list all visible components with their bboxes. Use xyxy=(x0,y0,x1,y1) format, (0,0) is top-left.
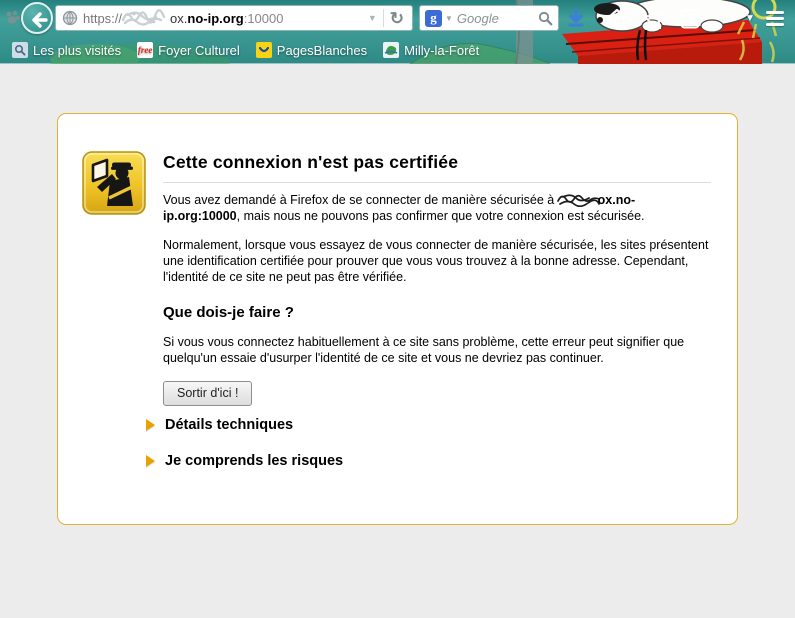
bookmark-label: Les plus visités xyxy=(33,42,122,58)
url-port: :10000 xyxy=(243,10,284,26)
menu-hamburger-button[interactable] xyxy=(762,6,788,30)
url-scheme: https:// xyxy=(83,10,123,26)
bookmark-most-visited[interactable]: Les plus visités xyxy=(6,40,127,60)
expander-technical-details[interactable]: Détails techniques xyxy=(146,417,293,433)
url-domain: no-ip.org xyxy=(187,10,244,26)
page-viewport: Cette connexion n'est pas certifiée Vous… xyxy=(0,65,795,618)
search-input[interactable]: Google xyxy=(457,11,538,26)
search-engine-dropdown-icon[interactable]: ▼ xyxy=(445,14,453,23)
bookmark-pagesblanches[interactable]: PagesBlanches xyxy=(250,40,373,60)
bookmarks-menu-button[interactable] xyxy=(677,6,703,30)
most-visited-folder-icon xyxy=(12,42,28,58)
pagesblanches-smile-favicon xyxy=(255,42,272,58)
google-engine-icon[interactable]: g xyxy=(425,9,442,27)
url-history-dropdown-icon[interactable]: ▼ xyxy=(364,13,381,23)
navigation-toolbar: https:// ox. no-ip.org:10000 ▼ ↻ g ▼ Googl… xyxy=(0,0,795,37)
expander-arrow-icon xyxy=(146,455,155,467)
url-host-tail: ox. xyxy=(170,10,188,26)
star-icon xyxy=(643,7,665,29)
bookmark-label: PagesBlanches xyxy=(276,42,368,58)
download-arrow-icon xyxy=(568,8,584,26)
bookmark-label: Foyer Culturel xyxy=(158,42,240,58)
intro-paragraph: Vous avez demandé à Firefox de se connec… xyxy=(163,193,645,223)
milly-map-favicon xyxy=(383,42,400,58)
bookmarks-toolbar: Les plus visités free Foyer Culturel Pag… xyxy=(0,37,795,63)
expander-label: Je comprends les risques xyxy=(165,453,344,469)
redaction-scribble-body xyxy=(556,194,600,208)
url-bar[interactable]: https:// ox. no-ip.org:10000 ▼ ↻ xyxy=(55,5,413,31)
bookmark-label: Milly-la-Forêt xyxy=(404,42,480,58)
globe-icon xyxy=(62,10,78,26)
expander-label: Détails techniques xyxy=(165,417,294,433)
browser-chrome: https:// ox. no-ip.org:10000 ▼ ↻ g ▼ Googl… xyxy=(0,0,795,64)
cert-warning-officer-icon xyxy=(82,151,146,215)
expander-arrow-icon xyxy=(146,419,155,431)
reload-button[interactable]: ↻ xyxy=(386,10,408,27)
explanation-paragraph: Normalement, lorsque vous essayez de vou… xyxy=(163,238,709,284)
redaction-scribble xyxy=(121,9,166,26)
theme-paw-icon xyxy=(6,10,20,24)
cert-warning-panel: Cette connexion n'est pas certifiée Vous… xyxy=(57,113,738,525)
what-to-do-heading: Que dois-je faire ? xyxy=(163,304,294,321)
bookmark-star-button[interactable] xyxy=(641,6,667,30)
cert-warning-content: Cette connexion n'est pas certifiée Vous… xyxy=(163,152,711,406)
advice-paragraph: Si vous vous connectez habituellement à … xyxy=(163,335,685,365)
url-text: https:// ox. no-ip.org:10000 xyxy=(83,8,364,28)
search-icon[interactable] xyxy=(538,11,553,26)
toolbar-overflow-dropdown-icon[interactable]: ▼ xyxy=(737,6,763,30)
back-arrow-icon xyxy=(32,12,48,28)
url-bar-divider xyxy=(382,9,384,27)
home-icon xyxy=(606,8,628,28)
search-bar[interactable]: g ▼ Google xyxy=(419,5,559,31)
back-button[interactable] xyxy=(21,2,53,34)
downloads-button[interactable] xyxy=(563,6,589,30)
bookmarks-list-icon xyxy=(680,8,700,28)
free-favicon: free xyxy=(137,42,154,58)
bookmark-foyer-culturel[interactable]: free Foyer Culturel xyxy=(131,40,246,60)
get-me-out-button[interactable]: Sortir d'ici ! xyxy=(163,381,253,406)
bookmark-milly-la-foret[interactable]: Milly-la-Forêt xyxy=(377,40,485,60)
home-button[interactable] xyxy=(604,6,630,30)
page-title: Cette connexion n'est pas certifiée xyxy=(163,152,711,183)
expander-understand-risks[interactable]: Je comprends les risques xyxy=(146,453,343,469)
